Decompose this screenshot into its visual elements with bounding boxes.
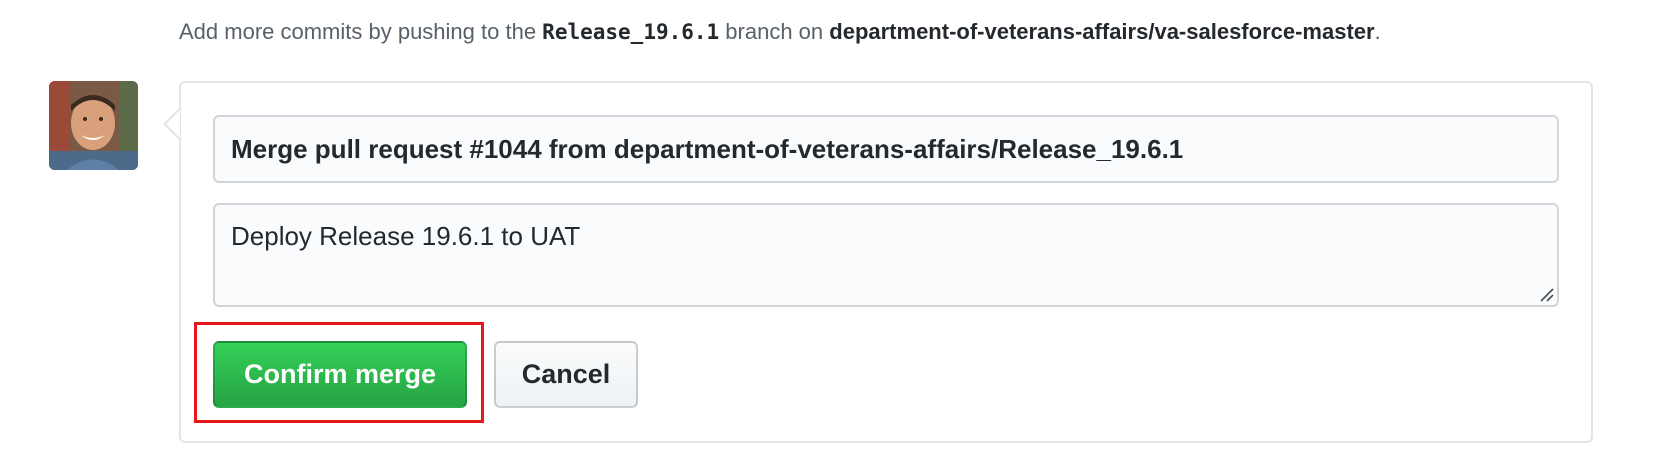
branch-name: Release_19.6.1 [542,20,720,44]
avatar[interactable] [49,81,138,170]
push-hint-text: Add more commits by pushing to the Relea… [179,16,1381,48]
commit-message-textarea[interactable]: Deploy Release 19.6.1 to UAT [213,203,1559,307]
cancel-button[interactable]: Cancel [494,341,638,408]
hint-prefix: Add more commits by pushing to the [179,19,543,44]
repo-name: department-of-veterans-affairs/va-salesf… [829,19,1375,44]
avatar-image [49,81,138,170]
hint-suffix: . [1374,19,1381,44]
hint-middle: branch on [719,19,830,44]
commit-title-input[interactable] [213,115,1559,183]
confirm-merge-button[interactable]: Confirm merge [213,341,467,408]
resize-grip-icon[interactable] [1538,286,1554,302]
comment-caret-fill [166,110,180,138]
